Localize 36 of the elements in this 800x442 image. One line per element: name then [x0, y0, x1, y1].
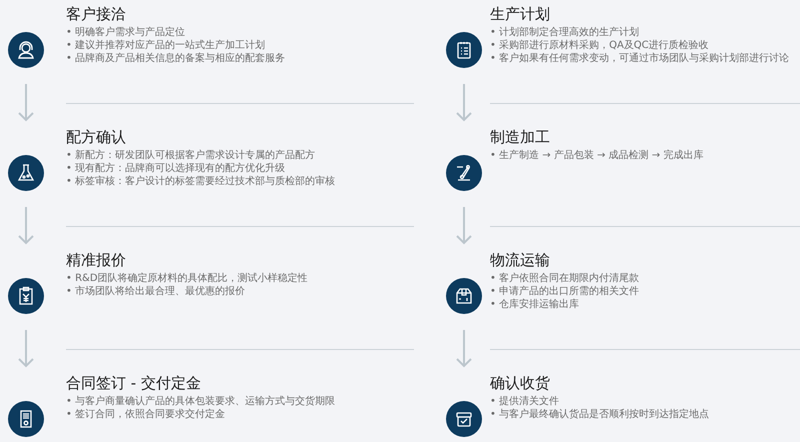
step-title: 合同签订 - 交付定金 [66, 373, 201, 393]
step-title: 生产计划 [490, 4, 550, 24]
bullet-text: • 计划部制定合理高效的生产计划 [490, 26, 640, 39]
bullet-text: • 仓库安排运输出库 [490, 298, 580, 311]
bullet-text: • 申请产品的出口所需的相关文件 [490, 285, 640, 298]
bullet-text: • 市场团队将给出最合理、最优惠的报价 [66, 285, 246, 298]
bullet-text: • 明确客户需求与产品定位 [66, 26, 186, 39]
down-arrow-icon [456, 84, 472, 122]
flask-icon [16, 163, 36, 183]
down-arrow-icon [456, 207, 472, 245]
bullet-text: • 采购部进行原材料采购，QA及QC进行质检验收 [490, 39, 709, 52]
bullet-text: • 品牌商及产品相关信息的备案与相应的配套服务 [66, 52, 286, 65]
bullet-text: • 生产制造 → 产品包装 → 成品检测 → 完成出库 [490, 149, 704, 162]
bullet-text: • 现有配方：品牌商可以选择现有的配方优化升级 [66, 162, 286, 175]
bullet-text: • 客户依照合同在期限内付清尾款 [490, 272, 640, 285]
bullet-text: • 客户如果有任何需求变动，可通过市场团队与采购计划部进行讨论 [490, 52, 790, 65]
bullet-text: • 提供清关文件 [490, 395, 560, 408]
bullet-text: • R&D团队将确定原材料的具体配比，测试小样稳定性 [66, 272, 308, 285]
bullet-text: • 与客户商量确认产品的具体包装要求、运输方式与交货期限 [66, 395, 336, 408]
step-title: 制造加工 [490, 127, 550, 147]
down-arrow-icon [18, 207, 34, 245]
headset-person-icon [16, 40, 36, 60]
bullet-text: • 签订合同，依照合同要求交付定金 [66, 408, 226, 421]
step-title: 精准报价 [66, 250, 126, 270]
step-title: 客户接洽 [66, 4, 126, 24]
step-title: 配方确认 [66, 127, 126, 147]
down-arrow-icon [18, 84, 34, 122]
down-arrow-icon [18, 330, 34, 368]
down-arrow-icon [456, 330, 472, 368]
step-title: 物流运输 [490, 250, 550, 270]
bullet-text: • 与客户最终确认货品是否顺利按时到达指定地点 [490, 408, 710, 421]
package-icon [454, 286, 474, 306]
bullet-text: • 新配方：研发团队可根据客户需求设计专属的产品配方 [66, 149, 316, 162]
bullet-text: • 标签审核：客户设计的标签需要经过技术部与质检部的审核 [66, 175, 336, 188]
step-title: 确认收货 [490, 373, 550, 393]
bullet-text: • 建议并推荐对应产品的一站式生产加工计划 [66, 39, 266, 52]
